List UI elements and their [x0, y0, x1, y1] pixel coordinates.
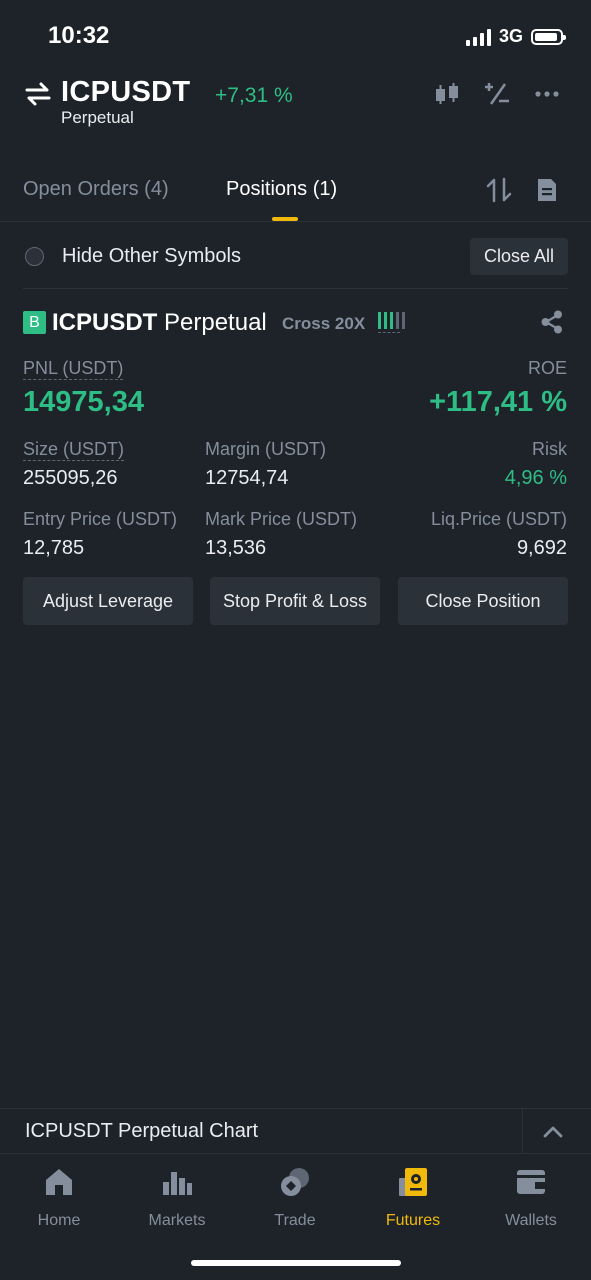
- position-contract: Perpetual: [164, 309, 267, 336]
- sort-icon[interactable]: [485, 176, 513, 204]
- position-symbol-name: ICPUSDT: [52, 309, 158, 336]
- tab-actions: [485, 176, 561, 204]
- close-position-button[interactable]: Close Position: [398, 577, 568, 625]
- margin-label: Margin (USDT): [205, 439, 327, 459]
- home-icon: [43, 1166, 75, 1198]
- nav-home[interactable]: Home: [0, 1166, 118, 1230]
- share-icon[interactable]: [539, 309, 565, 335]
- pnl-label[interactable]: PNL (USDT): [23, 358, 124, 380]
- candlestick-icon[interactable]: [433, 80, 461, 108]
- wallet-icon: [515, 1166, 547, 1198]
- size-label[interactable]: Size (USDT): [23, 439, 125, 461]
- risk-level-icon: [378, 312, 405, 329]
- home-indicator[interactable]: [191, 1260, 401, 1266]
- mark-price-label: Mark Price (USDT): [205, 509, 357, 529]
- nav-wallets[interactable]: Wallets: [472, 1166, 590, 1230]
- divider: [23, 288, 568, 289]
- header-actions: [433, 80, 561, 108]
- status-time: 10:32: [48, 22, 110, 49]
- document-icon[interactable]: [533, 176, 561, 204]
- hide-other-symbols-label[interactable]: Hide Other Symbols: [62, 245, 241, 268]
- chart-bar-separator: [522, 1109, 523, 1153]
- entry-price-value: 12,785: [23, 537, 85, 559]
- contract-type: Perpetual: [61, 108, 134, 127]
- position-symbol: ICPUSDT Perpetual: [52, 309, 267, 337]
- chevron-up-icon[interactable]: [540, 1119, 566, 1145]
- price-change: +7,31 %: [215, 84, 293, 107]
- nav-trade[interactable]: Trade: [236, 1166, 354, 1230]
- size-value: 255095,26: [23, 467, 118, 489]
- nav-futures-label: Futures: [385, 1212, 441, 1229]
- roe-label: ROE: [527, 358, 567, 378]
- futures-icon: [397, 1166, 429, 1198]
- battery-icon: [531, 28, 566, 45]
- risk-label: Risk: [532, 439, 567, 459]
- network-type: 3G: [498, 26, 523, 46]
- stop-profit-loss-button[interactable]: Stop Profit & Loss: [210, 577, 380, 625]
- tab-divider: [0, 221, 591, 222]
- swap-icon[interactable]: [24, 80, 52, 108]
- pnl-value: 14975,34: [23, 386, 144, 418]
- signal-icon: [465, 28, 491, 46]
- status-indicators: 3G: [465, 26, 566, 47]
- tab-positions[interactable]: Positions (1): [226, 178, 337, 201]
- margin-mode[interactable]: Cross 20X: [282, 314, 365, 334]
- risk-value: 4,96 %: [504, 467, 567, 489]
- futures-positions-screen: 10:32 3G ICPUSDT Perpetual +7,31 % Open …: [0, 0, 591, 1280]
- side-badge: B: [23, 311, 46, 334]
- nav-futures[interactable]: Futures: [354, 1166, 472, 1230]
- close-all-button[interactable]: Close All: [470, 238, 568, 275]
- symbol-title[interactable]: ICPUSDT: [61, 76, 190, 109]
- liq-price-value: 9,692: [516, 537, 567, 559]
- trade-icon: [279, 1166, 311, 1198]
- margin-value: 12754,74: [205, 467, 289, 489]
- percent-icon[interactable]: [483, 80, 511, 108]
- hide-other-symbols-checkbox[interactable]: [25, 247, 44, 266]
- risk-underline: [378, 332, 400, 333]
- roe-value: +117,41 %: [429, 386, 567, 418]
- nav-trade-label: Trade: [274, 1212, 316, 1229]
- nav-wallets-label: Wallets: [505, 1212, 557, 1229]
- tab-open-orders[interactable]: Open Orders (4): [23, 178, 169, 201]
- more-icon[interactable]: [533, 80, 561, 108]
- nav-markets[interactable]: Markets: [118, 1166, 236, 1230]
- adjust-leverage-button[interactable]: Adjust Leverage: [23, 577, 193, 625]
- chart-bar-label[interactable]: ICPUSDT Perpetual Chart: [25, 1120, 258, 1143]
- entry-price-label: Entry Price (USDT): [23, 509, 178, 529]
- liq-price-label: Liq.Price (USDT): [430, 509, 567, 529]
- markets-icon: [161, 1166, 193, 1198]
- nav-markets-label: Markets: [148, 1212, 206, 1229]
- nav-home-label: Home: [37, 1212, 81, 1229]
- mark-price-value: 13,536: [205, 537, 267, 559]
- chart-bar-divider: [0, 1108, 591, 1109]
